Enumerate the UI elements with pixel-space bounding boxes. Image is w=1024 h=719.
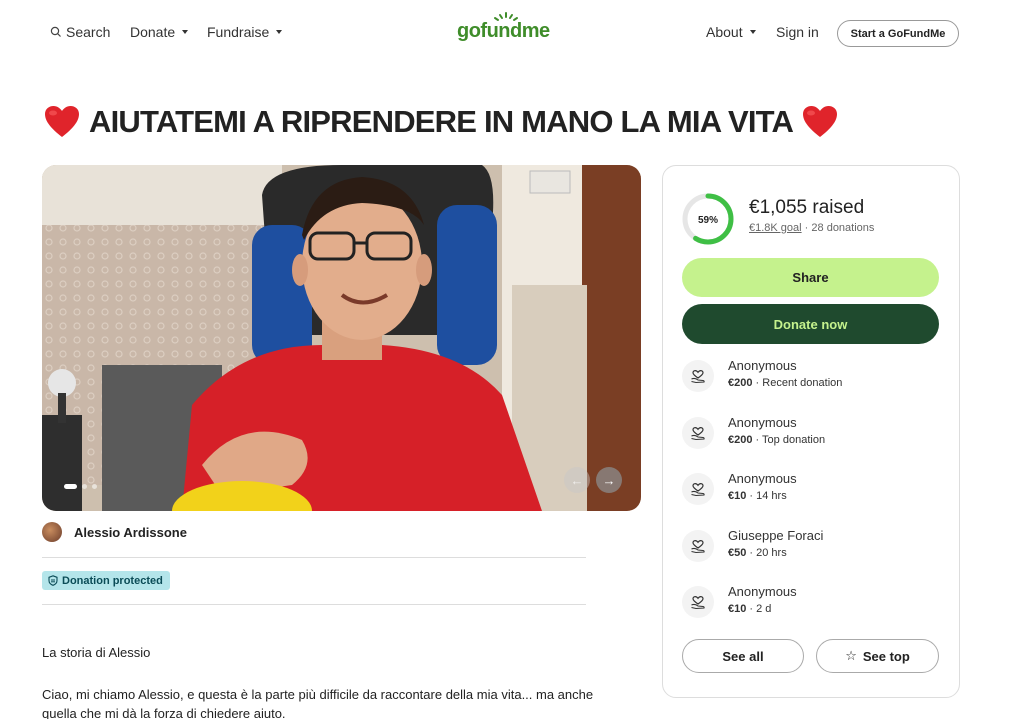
chevron-down-icon bbox=[182, 30, 189, 34]
share-button-label: Share bbox=[792, 270, 829, 285]
see-top-button[interactable]: ☆ See top bbox=[816, 639, 939, 673]
heart-icon bbox=[45, 106, 79, 137]
star-icon: ☆ bbox=[845, 648, 857, 663]
donation-protected-label: Donation protected bbox=[62, 574, 163, 587]
logo-sprout-icon bbox=[494, 12, 518, 21]
progress-percent: 59% bbox=[698, 215, 718, 226]
donor-name: Anonymous bbox=[728, 471, 797, 486]
heart-icon bbox=[803, 106, 838, 137]
donate-now-label: Donate now bbox=[773, 316, 848, 332]
donation-info: · Top donation bbox=[752, 433, 826, 446]
carousel-dot-active[interactable] bbox=[64, 484, 77, 489]
carousel-dot[interactable] bbox=[82, 484, 87, 489]
donation-info: · 2 d bbox=[746, 603, 772, 615]
chevron-down-icon bbox=[749, 30, 756, 34]
donation-info: · Recent donation bbox=[752, 377, 843, 389]
donation-meta: €200 · Top donation bbox=[728, 434, 825, 446]
progress-ring: 59% bbox=[682, 193, 734, 245]
story-text: Ciao, mi chiamo Alessio, e questa è la p… bbox=[42, 687, 594, 719]
avatar bbox=[42, 522, 62, 542]
donation-item: Anonymous €10 · 2 d bbox=[682, 582, 940, 639]
donation-item: Anonymous €200 · Recent donation bbox=[682, 356, 940, 413]
divider bbox=[42, 604, 586, 605]
see-top-label: See top bbox=[862, 648, 910, 664]
gofundme-logo[interactable]: gofundme bbox=[457, 12, 550, 43]
donation-amount: €200 bbox=[728, 377, 753, 389]
search-icon bbox=[50, 26, 61, 37]
carousel-prev-button[interactable]: ← bbox=[564, 467, 590, 493]
amount-raised: €1,055 raised bbox=[749, 197, 865, 218]
divider bbox=[42, 557, 586, 558]
organizer-row[interactable]: Alessio Ardissone bbox=[42, 522, 187, 542]
donation-info: · 20 hrs bbox=[746, 546, 787, 559]
donation-amount: €200 bbox=[728, 433, 753, 446]
start-gofundme-label: Start a GoFundMe bbox=[850, 27, 946, 40]
donor-name: Anonymous bbox=[728, 584, 797, 599]
logo-text: gofundme bbox=[457, 20, 550, 42]
signin-label: Sign in bbox=[776, 24, 819, 40]
arrow-right-icon: → bbox=[602, 472, 616, 488]
donation-item: Anonymous €200 · Top donation bbox=[682, 413, 940, 470]
donation-item: Giuseppe Foraci €50 · 20 hrs bbox=[682, 526, 940, 583]
page-title-text: AIUTATEMI A RIPRENDERE IN MANO LA MIA VI… bbox=[89, 104, 794, 139]
carousel-pagination bbox=[64, 484, 97, 489]
donor-name: Anonymous bbox=[728, 358, 797, 373]
donation-amount: €10 bbox=[728, 490, 747, 502]
donate-menu[interactable]: Donate bbox=[130, 24, 189, 40]
campaign-photo-carousel[interactable]: ← → bbox=[42, 165, 641, 511]
donation-card: 59% €1,055 raised €1.8K goal · 28 donati… bbox=[662, 165, 960, 698]
organizer-name: Alessio Ardissone bbox=[74, 524, 187, 540]
heart-hand-icon bbox=[682, 586, 714, 618]
goal-line: €1.8K goal · 28 donations bbox=[749, 222, 874, 234]
heart-hand-icon bbox=[682, 473, 714, 505]
see-all-label: See all bbox=[722, 648, 764, 664]
donation-amount: €50 bbox=[728, 546, 747, 559]
shield-icon bbox=[48, 575, 58, 586]
donate-now-button[interactable]: Donate now bbox=[682, 304, 939, 344]
campaign-photo bbox=[42, 165, 641, 511]
heart-hand-icon bbox=[682, 360, 714, 392]
about-menu[interactable]: About bbox=[706, 24, 756, 40]
chevron-down-icon bbox=[276, 30, 283, 34]
signin-link[interactable]: Sign in bbox=[776, 24, 819, 40]
donor-name: Giuseppe Foraci bbox=[728, 527, 824, 543]
donation-meta: €200 · Recent donation bbox=[728, 377, 842, 389]
top-nav: Search Donate Fundraise gofundme About S… bbox=[0, 0, 1024, 66]
donation-info: · 14 hrs bbox=[746, 490, 787, 502]
share-button[interactable]: Share bbox=[682, 258, 939, 297]
donation-protected-badge[interactable]: Donation protected bbox=[42, 571, 170, 590]
heart-hand-icon bbox=[682, 416, 714, 449]
about-menu-label: About bbox=[706, 24, 743, 40]
donation-item: Anonymous €10 · 14 hrs bbox=[682, 469, 940, 526]
see-all-button[interactable]: See all bbox=[682, 639, 804, 673]
carousel-dot[interactable] bbox=[92, 484, 97, 489]
start-gofundme-button[interactable]: Start a GoFundMe bbox=[837, 20, 959, 47]
search-link[interactable]: Search bbox=[50, 24, 110, 40]
donor-name: Anonymous bbox=[728, 414, 797, 430]
page-title: AIUTATEMI A RIPRENDERE IN MANO LA MIA VI… bbox=[43, 104, 839, 140]
goal-link[interactable]: €1.8K goal bbox=[749, 222, 802, 234]
story-title: La storia di Alessio bbox=[42, 645, 151, 660]
carousel-next-button[interactable]: → bbox=[596, 467, 622, 493]
donation-meta: €10 · 14 hrs bbox=[728, 490, 787, 502]
recent-donations-list: Anonymous €200 · Recent donation Anonymo… bbox=[682, 356, 940, 639]
donation-meta: €10 · 2 d bbox=[728, 603, 771, 615]
heart-hand-icon bbox=[682, 529, 714, 562]
donation-amount: €10 bbox=[728, 603, 747, 615]
donation-meta: €50 · 20 hrs bbox=[728, 547, 787, 559]
donation-count: 28 donations bbox=[811, 222, 875, 234]
donate-menu-label: Donate bbox=[130, 24, 176, 40]
fundraise-menu[interactable]: Fundraise bbox=[207, 24, 283, 40]
fundraise-menu-label: Fundraise bbox=[207, 24, 270, 40]
arrow-left-icon: ← bbox=[570, 472, 584, 488]
search-label: Search bbox=[66, 24, 111, 40]
